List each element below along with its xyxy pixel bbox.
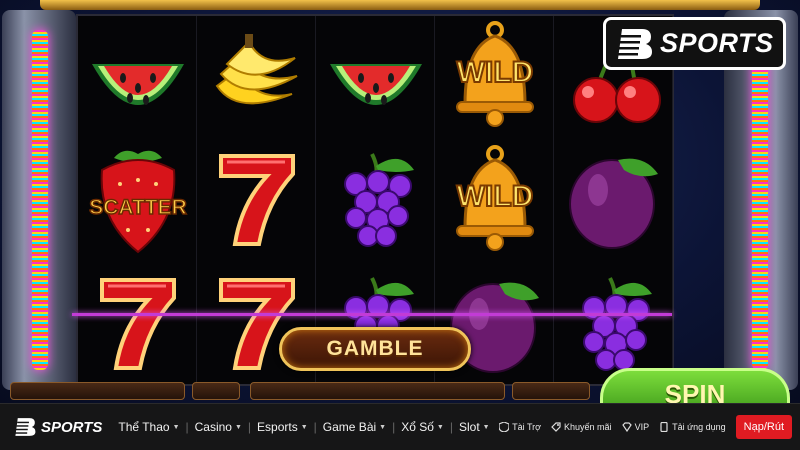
chevron-down-icon: ▼ bbox=[379, 423, 387, 431]
seven-symbol bbox=[197, 140, 316, 258]
bet-panel-small bbox=[192, 382, 240, 400]
nav-item-1[interactable]: Casino ▼ bbox=[189, 420, 248, 434]
diamond-icon bbox=[621, 422, 632, 432]
nav-link-3[interactable]: Tải ứng dụng bbox=[659, 422, 726, 432]
top-frame bbox=[40, 0, 760, 10]
strawberry-scatter-symbol: SCATTER bbox=[78, 140, 197, 258]
nav-link-label: Tài Trợ bbox=[512, 422, 542, 432]
svg-text:WILD: WILD bbox=[457, 56, 534, 89]
phone-icon bbox=[660, 422, 668, 432]
nav-link-label: Tải ứng dụng bbox=[672, 422, 726, 432]
tag-icon bbox=[551, 422, 561, 432]
credit-panel bbox=[512, 382, 590, 400]
nav-item-2[interactable]: Esports ▼ bbox=[251, 420, 314, 434]
brand-logo-text: SPORTS bbox=[660, 28, 774, 58]
nav-logo[interactable]: SPORTS bbox=[14, 417, 102, 437]
spin-label: SPIN bbox=[664, 379, 726, 403]
svg-text:WILD: WILD bbox=[457, 180, 534, 213]
chevron-down-icon: ▼ bbox=[482, 423, 490, 431]
brand-logo-badge: SPORTS bbox=[603, 17, 786, 70]
nav-item-0[interactable]: Thể Thao ▼ bbox=[112, 420, 185, 434]
spin-button[interactable]: SPIN bbox=[600, 368, 790, 403]
chevron-down-icon: ▼ bbox=[234, 423, 242, 431]
slot-game-stage: SCATTER WILD WILD GAMBLE SPIN SPORTS bbox=[0, 0, 800, 403]
nav-item-label: Slot bbox=[458, 420, 480, 434]
nav-link-label: VIP bbox=[634, 422, 650, 432]
shield-icon bbox=[499, 422, 510, 432]
wild-bell-symbol: WILD bbox=[435, 140, 554, 258]
b-logo-icon bbox=[15, 418, 36, 436]
chevron-down-icon: ▼ bbox=[172, 423, 180, 431]
bet-panel bbox=[10, 382, 185, 400]
nav-item-label: Game Bài bbox=[322, 420, 377, 434]
svg-text:SCATTER: SCATTER bbox=[89, 196, 187, 219]
seven-symbol bbox=[78, 264, 197, 382]
gamble-label: GAMBLE bbox=[326, 337, 424, 360]
grapes-symbol bbox=[316, 140, 435, 258]
watermelon-symbol bbox=[78, 16, 197, 134]
wild-bell-symbol: WILD bbox=[435, 16, 554, 134]
reel-5 bbox=[554, 16, 673, 388]
nav-item-label: Esports bbox=[257, 420, 298, 434]
chevron-down-icon: ▼ bbox=[300, 423, 308, 431]
nav-item-5[interactable]: Slot ▼ bbox=[453, 420, 496, 434]
nav-link-0[interactable]: Tài Trợ bbox=[499, 422, 541, 432]
watermelon-symbol bbox=[316, 16, 435, 134]
nav-item-label: Xổ Số bbox=[401, 420, 434, 434]
win-panel bbox=[250, 382, 505, 400]
banana-symbol bbox=[197, 16, 316, 134]
nav-menu: Thể Thao ▼ | Casino ▼ | Esports ▼ | Game Bài ▼ | Xổ … bbox=[112, 420, 495, 434]
nav-item-3[interactable]: Game Bài ▼ bbox=[317, 420, 392, 434]
payline bbox=[72, 313, 672, 316]
b-logo-icon bbox=[618, 28, 652, 59]
chevron-down-icon: ▼ bbox=[436, 423, 444, 431]
gamble-button[interactable]: GAMBLE bbox=[279, 327, 471, 371]
left-light-column bbox=[2, 10, 76, 390]
grapes-symbol bbox=[554, 264, 673, 382]
reel-1: SCATTER bbox=[78, 16, 197, 388]
nav-item-label: Casino bbox=[194, 420, 232, 434]
nav-item-label: Thể Thao bbox=[118, 420, 170, 434]
plum-symbol bbox=[554, 140, 673, 258]
site-navbar: SPORTS Thể Thao ▼ | Casino ▼ | Esports ▼ | Game B… bbox=[0, 403, 800, 450]
nav-item-4[interactable]: Xổ Số ▼ bbox=[395, 420, 450, 434]
nav-links: Tài Trợ Khuyến mãi VIP Tải ứng dụng Nạp/Rút bbox=[499, 415, 792, 439]
nav-link-2[interactable]: VIP bbox=[621, 422, 650, 432]
nav-link-1[interactable]: Khuyến mãi bbox=[551, 422, 612, 432]
nav-logo-text: SPORTS bbox=[41, 418, 103, 436]
nav-link-label: Khuyến mãi bbox=[564, 422, 612, 432]
deposit-withdraw-button[interactable]: Nạp/Rút bbox=[735, 415, 792, 439]
